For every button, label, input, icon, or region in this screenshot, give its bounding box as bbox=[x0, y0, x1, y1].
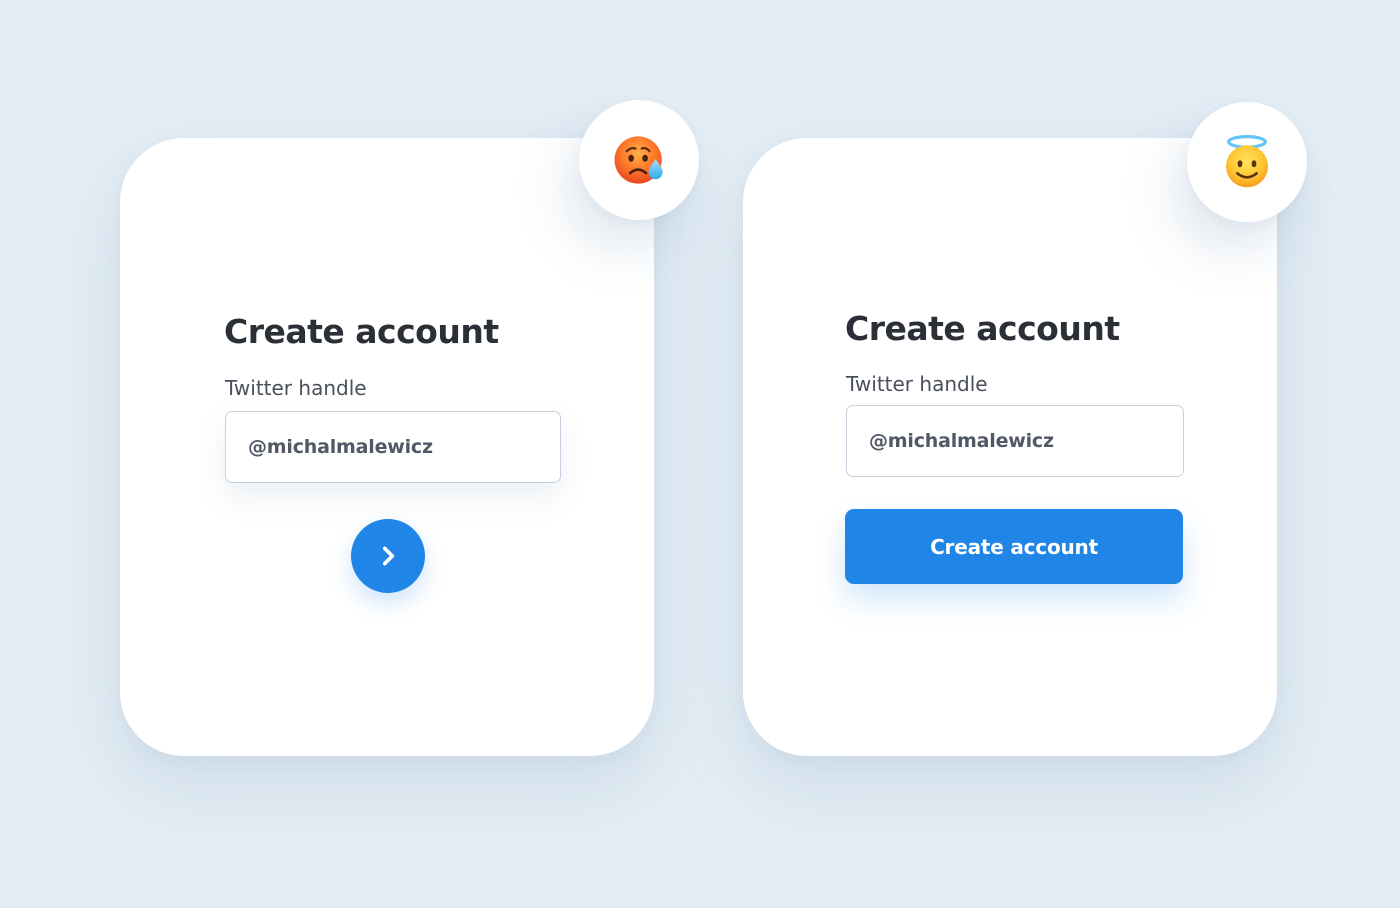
create-account-button[interactable]: Create account bbox=[845, 509, 1183, 584]
angel-emoji-badge bbox=[1187, 102, 1307, 222]
card-title: Create account bbox=[845, 309, 1120, 348]
card-title: Create account bbox=[224, 312, 499, 351]
left-signup-card: Create account Twitter handle @michalmal… bbox=[120, 138, 654, 756]
twitter-handle-label: Twitter handle bbox=[225, 376, 367, 400]
sad-emoji-badge bbox=[579, 100, 699, 220]
twitter-handle-input[interactable]: @michalmalewicz bbox=[846, 405, 1184, 477]
twitter-handle-value: @michalmalewicz bbox=[248, 436, 433, 458]
halo-smile-emoji-icon bbox=[1226, 135, 1268, 188]
right-signup-card: Create account Twitter handle @michalmal… bbox=[743, 138, 1277, 756]
next-button[interactable] bbox=[351, 519, 425, 593]
twitter-handle-input[interactable]: @michalmalewicz bbox=[225, 411, 561, 483]
chevron-right-icon bbox=[382, 546, 395, 566]
sad-sweat-emoji-icon bbox=[614, 136, 663, 184]
twitter-handle-label: Twitter handle bbox=[846, 372, 988, 396]
twitter-handle-value: @michalmalewicz bbox=[869, 430, 1054, 452]
